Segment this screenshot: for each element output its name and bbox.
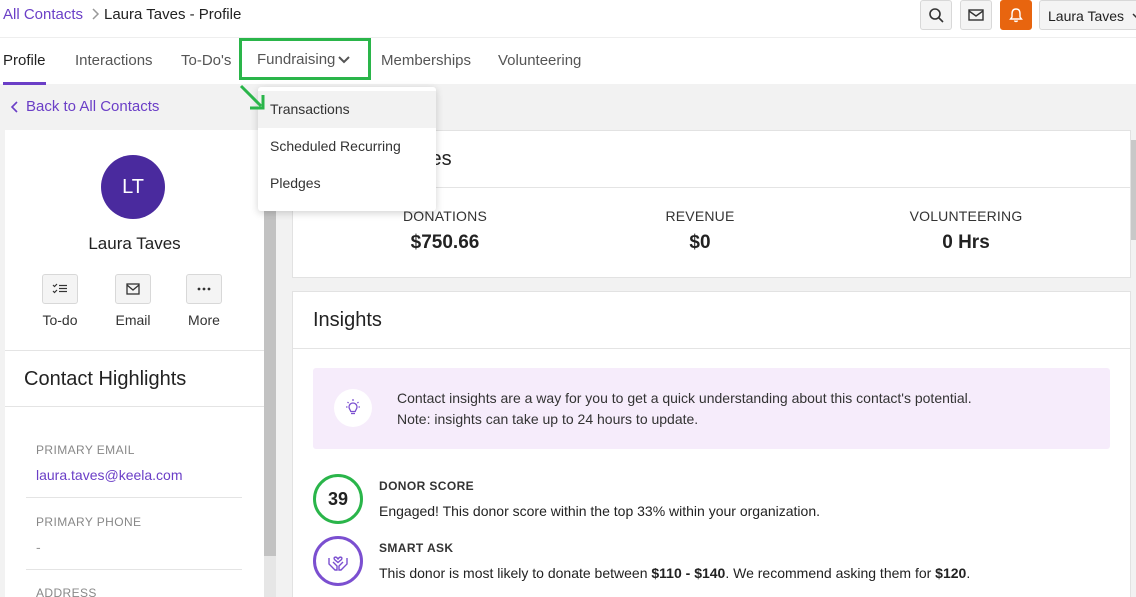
- primary-email-value[interactable]: laura.taves@keela.com: [36, 467, 183, 483]
- smart-ask-text: This donor is most likely to donate betw…: [379, 565, 970, 581]
- tab-interactions[interactable]: Interactions: [75, 52, 153, 69]
- chevron-right-icon: [92, 8, 100, 20]
- stat-volunteering: VOLUNTEERING 0 Hrs: [866, 208, 1066, 254]
- checklist-icon: [52, 283, 67, 294]
- top-bar: All Contacts Laura Taves - Profile Laura…: [0, 0, 1136, 37]
- scrollbar-thumb[interactable]: [264, 210, 276, 556]
- more-dots-icon: [197, 287, 211, 291]
- primary-phone-value: -: [36, 539, 41, 555]
- note-line-2: Note: insights can take up to 24 hours t…: [397, 411, 699, 427]
- tab-todos[interactable]: To-Do's: [181, 52, 231, 69]
- donor-score-text: Engaged! This donor score within the top…: [379, 503, 821, 519]
- mail-icon: [126, 283, 140, 295]
- address-label: ADDRESS: [36, 586, 97, 597]
- more-label: More: [188, 312, 220, 328]
- divider: [293, 348, 1130, 349]
- tab-volunteering[interactable]: Volunteering: [498, 52, 581, 69]
- smart-ask-range: $110 - $140: [651, 565, 726, 581]
- active-tab-indicator: [3, 82, 46, 85]
- stat-value: $0: [689, 232, 711, 253]
- donor-score-heading: DONOR SCORE: [379, 479, 475, 493]
- field-divider: [26, 569, 242, 570]
- more-action[interactable]: More: [174, 274, 234, 328]
- mail-button[interactable]: [960, 0, 992, 30]
- user-name: Laura Taves: [1048, 8, 1125, 24]
- mail-icon: [968, 9, 984, 21]
- bell-icon: [1009, 8, 1023, 23]
- breadcrumb-all-contacts[interactable]: All Contacts: [3, 6, 83, 23]
- smart-ask-badge: [313, 536, 363, 586]
- contact-profile-card: LT Laura Taves To-do Email More Contact …: [5, 130, 264, 597]
- menu-item-scheduled-recurring[interactable]: Scheduled Recurring: [258, 128, 436, 165]
- stat-revenue: REVENUE $0: [600, 208, 800, 254]
- todo-label: To-do: [42, 312, 78, 328]
- tab-fundraising[interactable]: Fundraising: [257, 51, 335, 68]
- divider: [5, 406, 264, 407]
- notifications-button[interactable]: [1000, 0, 1032, 30]
- tab-profile[interactable]: Profile: [3, 52, 46, 69]
- primary-phone-label: PRIMARY PHONE: [36, 515, 142, 529]
- chevron-down-icon: [1132, 13, 1136, 19]
- donor-score-value: 39: [327, 488, 349, 509]
- donor-score-badge: 39: [313, 474, 363, 524]
- stat-donations: DONATIONS $750.66: [345, 208, 545, 254]
- back-to-contacts-link[interactable]: Back to All Contacts: [10, 98, 159, 115]
- avatar: LT: [101, 155, 165, 219]
- search-button[interactable]: [920, 0, 952, 30]
- fundraising-dropdown: Transactions Scheduled Recurring Pledges: [258, 87, 436, 211]
- divider: [5, 350, 264, 351]
- field-divider: [26, 497, 242, 498]
- hands-heart-icon: [328, 556, 348, 571]
- breadcrumb-current: Laura Taves - Profile: [104, 6, 242, 23]
- left-scrollbar[interactable]: [264, 210, 276, 597]
- smart-ask-text-before: This donor is most likely to donate betw…: [379, 565, 652, 581]
- tab-bar: Profile Interactions To-Do's Memberships…: [0, 37, 1136, 85]
- todo-action[interactable]: To-do: [30, 274, 90, 328]
- chevron-down-icon[interactable]: [337, 52, 351, 66]
- more-button[interactable]: [186, 274, 222, 304]
- stat-label: VOLUNTEERING: [909, 208, 1023, 224]
- stat-value: 0 Hrs: [942, 232, 990, 253]
- back-link-label: Back to All Contacts: [26, 98, 160, 115]
- insights-title: Insights: [313, 309, 382, 331]
- tab-memberships[interactable]: Memberships: [381, 52, 471, 69]
- insights-info-note: Contact insights are a way for you to ge…: [313, 368, 1110, 449]
- chevron-left-icon: [10, 100, 18, 113]
- note-line-1: Contact insights are a way for you to ge…: [397, 390, 972, 406]
- smart-ask-text-middle: . We recommend asking them for: [725, 565, 936, 581]
- contact-name: Laura Taves: [88, 234, 181, 253]
- search-icon: [929, 8, 944, 23]
- stat-value: $750.66: [410, 232, 480, 253]
- contact-highlights-title: Contact Highlights: [24, 368, 187, 390]
- primary-email-label: PRIMARY EMAIL: [36, 443, 135, 457]
- smart-ask-amount: $120: [935, 565, 967, 581]
- stat-label: REVENUE: [665, 208, 735, 224]
- lightbulb-icon: [334, 389, 372, 427]
- user-menu[interactable]: Laura Taves: [1039, 0, 1136, 30]
- smart-ask-heading: SMART ASK: [379, 541, 454, 555]
- email-button[interactable]: [115, 274, 151, 304]
- smart-ask-text-after: .: [966, 565, 971, 581]
- menu-item-transactions[interactable]: Transactions: [258, 91, 436, 128]
- todo-button[interactable]: [42, 274, 78, 304]
- email-action[interactable]: Email: [103, 274, 163, 328]
- email-label: Email: [115, 312, 151, 328]
- main-scrollbar-thumb[interactable]: [1131, 140, 1136, 240]
- pointer-arrow-icon: [239, 84, 265, 110]
- menu-item-pledges[interactable]: Pledges: [258, 165, 436, 202]
